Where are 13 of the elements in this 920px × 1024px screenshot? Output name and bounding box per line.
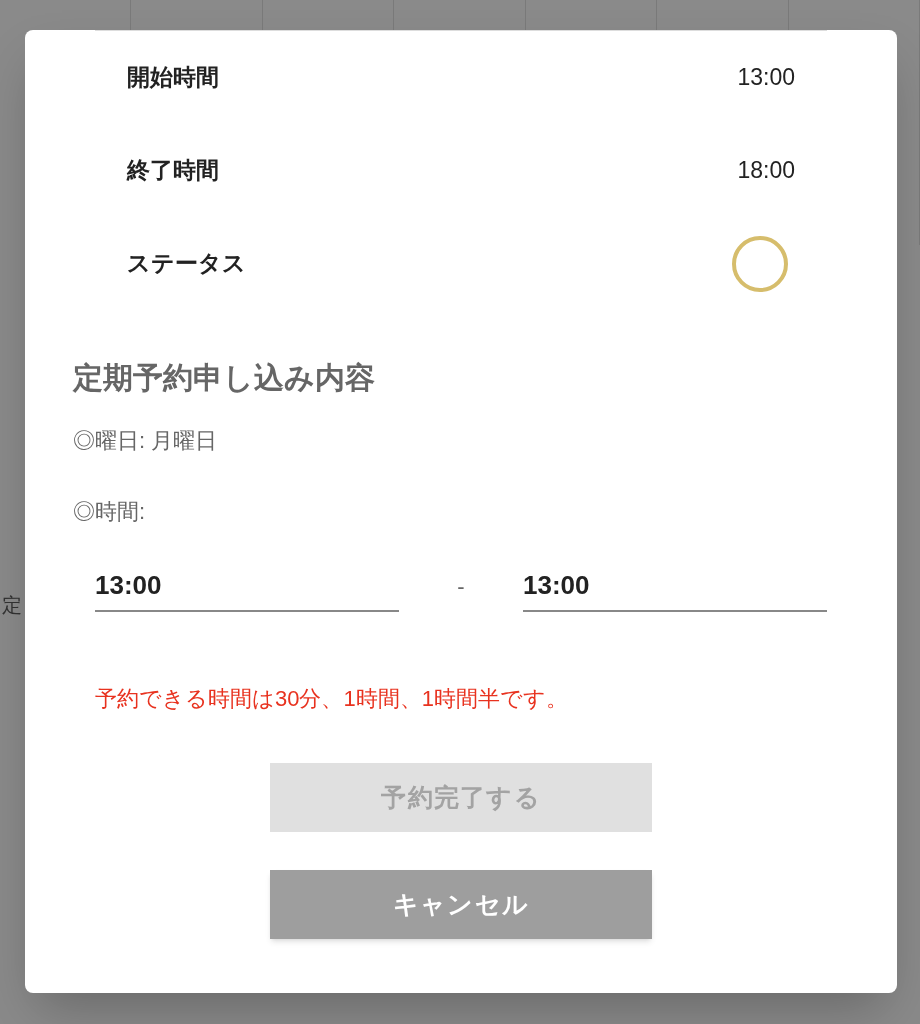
time-label: ◎時間: (73, 498, 147, 526)
error-message: 予約できる時間は30分、1時間、1時間半です。 (94, 685, 569, 713)
separator-text: - (457, 572, 465, 601)
end-time-field[interactable]: 13:00 (523, 560, 827, 612)
detail-label: 開始時間 (127, 63, 219, 93)
detail-value: 13:00 (737, 63, 795, 93)
detail-label: 終了時間 (127, 156, 219, 186)
detail-value: 18:00 (737, 156, 795, 186)
section-title: 定期予約申し込み内容 (73, 360, 376, 396)
background-text: 定 (2, 593, 22, 618)
detail-label: ステータス (127, 249, 246, 279)
weekday-text: ◎曜日: 月曜日 (73, 427, 219, 455)
start-time-field[interactable]: 13:00 (95, 560, 399, 612)
